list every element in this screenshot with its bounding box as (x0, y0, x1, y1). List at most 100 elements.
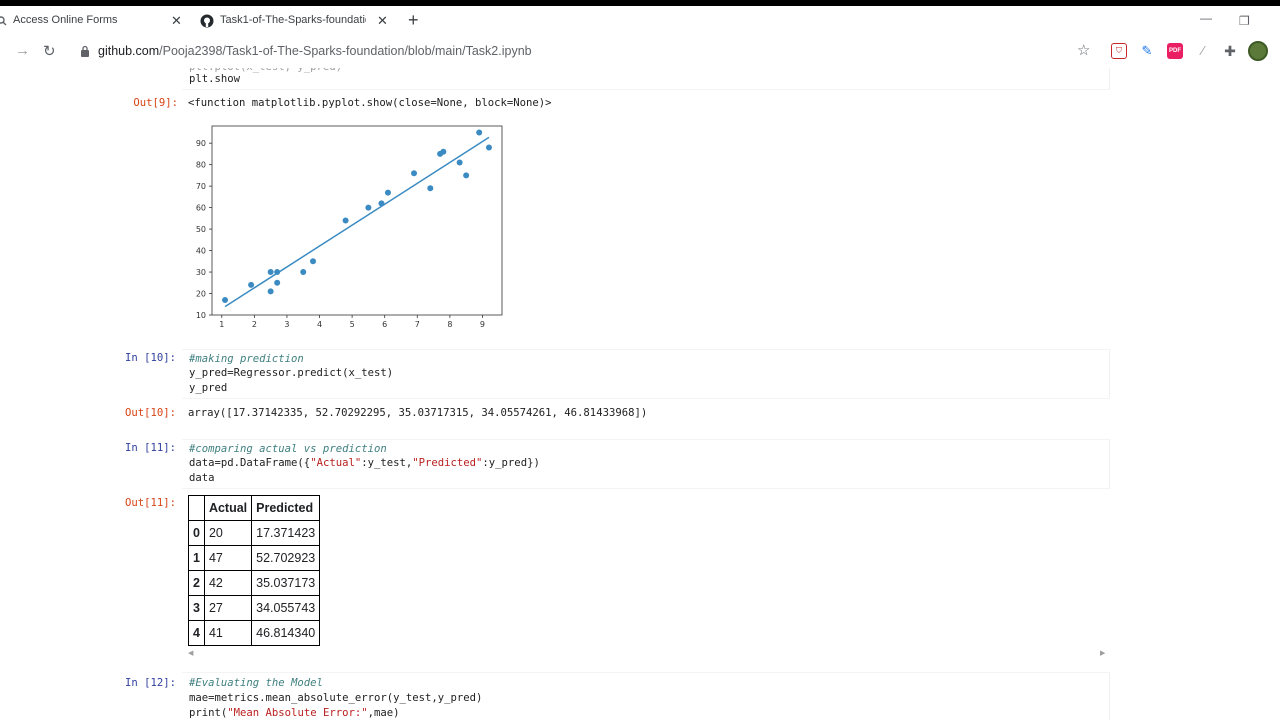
scroll-left-arrow[interactable]: ◀ (188, 649, 193, 657)
out-prompt: Out[10]: (124, 407, 176, 419)
row-index: 1 (188, 545, 205, 571)
extension-notes-icon[interactable]: ✎ (1139, 43, 1155, 59)
close-tab-icon[interactable]: ✕ (171, 13, 182, 29)
table-cell: 27 (203, 595, 253, 621)
x-tick-label: 2 (252, 320, 257, 329)
x-tick-label: 1 (219, 320, 224, 329)
code-token: print( (189, 707, 228, 719)
scatter-point (463, 172, 470, 179)
tab-title: Access Online Forms (13, 14, 118, 26)
extension-shield-icon[interactable]: ⛉ (1111, 43, 1127, 59)
out-prompt: Out[9]: (133, 97, 178, 109)
scatter-point (310, 258, 317, 265)
y-tick-label: 50 (196, 225, 206, 234)
extension-wand-icon[interactable]: ⁄ (1195, 43, 1211, 59)
table-cell: 41 (203, 620, 253, 646)
url-field[interactable]: github.com/Pooja2398/Task1-of-The-Sparks… (98, 44, 532, 58)
cell-output-text: array([17.37142335, 52.70292295, 35.0371… (188, 407, 648, 419)
code-cell-10[interactable]: #making prediction y_pred=Regressor.pred… (182, 349, 1110, 399)
in-prompt: In [11]: (124, 442, 176, 454)
restore-icon[interactable]: ❐ (1239, 14, 1250, 28)
code-token: :y_test, (361, 457, 413, 469)
code-token: :y_pred}) (482, 457, 540, 469)
table-header-row: Actual Predicted (188, 495, 321, 521)
table-row: 0 20 17.371423 (188, 520, 321, 546)
code-line: data=pd.DataFrame({"Actual":y_test,"Pred… (189, 457, 540, 469)
github-icon (200, 14, 214, 28)
table-cell: 52.702923 (251, 545, 321, 571)
scatter-point (378, 200, 385, 207)
row-index: 0 (188, 520, 205, 546)
table-cell: 46.814340 (251, 620, 321, 646)
x-tick-label: 5 (350, 320, 355, 329)
tab-strip: Access Online Forms ✕ Task1-of-The-Spark… (0, 6, 1280, 36)
code-line: plt.show (189, 73, 241, 85)
x-tick-label: 7 (415, 320, 420, 329)
code-cell-11[interactable]: #comparing actual vs prediction data=pd.… (182, 439, 1110, 489)
y-tick-label: 80 (196, 161, 206, 170)
scatter-point (248, 281, 255, 288)
scatter-point (384, 189, 391, 196)
scatter-point (274, 269, 281, 276)
scatter-point (427, 185, 434, 192)
scatter-point (300, 269, 307, 276)
x-tick-label: 6 (382, 320, 387, 329)
code-token: data=pd.DataFrame({ (189, 457, 311, 469)
in-prompt: In [12]: (124, 677, 176, 689)
code-string: "Mean Absolute Error:" (227, 707, 368, 719)
x-tick-label: 9 (480, 320, 485, 329)
bookmark-star-icon[interactable]: ☆ (1077, 41, 1090, 59)
y-tick-label: 70 (196, 182, 206, 191)
code-comment: #making prediction (189, 353, 304, 365)
code-comment: #Evaluating the Model (189, 677, 323, 689)
table-row: 1 47 52.702923 (188, 545, 321, 571)
close-tab-icon[interactable]: ✕ (377, 13, 388, 29)
table-header: Actual (203, 495, 253, 521)
url-path: /Pooja2398/Task1-of-The-Sparks-foundatio… (159, 44, 532, 58)
code-token: ,mae) (367, 707, 400, 719)
extension-pdf-icon[interactable]: PDF (1167, 43, 1183, 59)
code-comment: #comparing actual vs prediction (189, 443, 387, 455)
code-string: "Actual" (310, 457, 362, 469)
minimize-icon[interactable]: — (1200, 11, 1212, 25)
scroll-right-arrow[interactable]: ▶ (1100, 649, 1105, 657)
scatter-point (411, 170, 418, 177)
code-cell-12[interactable]: #Evaluating the Model mae=metrics.mean_a… (182, 672, 1110, 720)
dataframe-table: Actual Predicted 0 20 17.371423 1 47 52.… (188, 495, 321, 646)
x-tick-label: 3 (284, 320, 289, 329)
cell-output-text: <function matplotlib.pyplot.show(close=N… (188, 97, 552, 109)
extensions-puzzle-icon[interactable]: ✚ (1222, 43, 1238, 59)
profile-avatar-icon[interactable] (1248, 41, 1268, 61)
out-prompt: Out[11]: (124, 497, 176, 509)
row-index: 4 (188, 620, 205, 646)
forward-icon[interactable]: → (15, 42, 30, 59)
row-index: 3 (188, 595, 205, 621)
code-line: mae=metrics.mean_absolute_error(y_test,y… (189, 692, 483, 704)
scatter-point (267, 288, 274, 295)
table-row: 2 42 35.037173 (188, 570, 321, 596)
lock-icon[interactable] (80, 45, 90, 57)
table-header-index (188, 495, 205, 521)
y-tick-label: 40 (196, 247, 206, 256)
table-cell: 17.371423 (251, 520, 321, 546)
row-index: 2 (188, 570, 205, 596)
reload-icon[interactable]: ↻ (43, 42, 56, 60)
new-tab-button[interactable]: + (408, 11, 419, 29)
scatter-point (456, 159, 463, 166)
y-tick-label: 60 (196, 204, 206, 213)
table-cell: 34.055743 (251, 595, 321, 621)
scatter-point (365, 204, 372, 211)
table-row: 4 41 46.814340 (188, 620, 321, 646)
table-cell: 20 (203, 520, 253, 546)
y-tick-label: 90 (196, 139, 206, 148)
in-prompt: In [10]: (124, 352, 176, 364)
table-header: Predicted (251, 495, 321, 521)
search-icon (0, 16, 7, 26)
tab-access-online-forms[interactable]: Access Online Forms ✕ (0, 6, 188, 36)
table-cell: 47 (203, 545, 253, 571)
table-cell: 35.037173 (251, 570, 321, 596)
x-tick-label: 4 (317, 320, 322, 329)
y-tick-label: 10 (196, 311, 206, 320)
tab-github-notebook[interactable]: Task1-of-The-Sparks-foundation ✕ (194, 6, 390, 36)
x-tick-label: 8 (447, 320, 452, 329)
